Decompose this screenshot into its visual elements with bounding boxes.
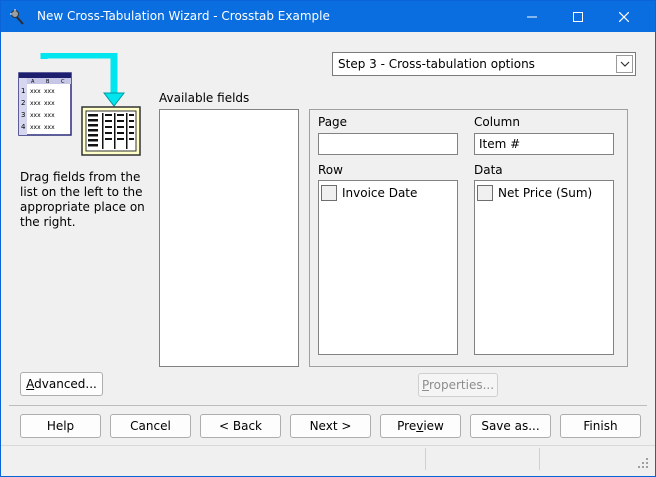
row-field-label: Invoice Date [342,186,418,200]
window-title: New Cross-Tabulation Wizard - Crosstab E… [37,9,330,23]
sheet-cell: xxx [44,88,55,95]
sheet-col-a: A [31,79,35,85]
sheet-cell: xxx [44,100,55,107]
properties-button[interactable]: Properties... [418,373,498,397]
sheet-cell: xxx [30,124,41,131]
sheet-cell: xxx [30,88,41,95]
close-icon [619,11,629,22]
preview-button[interactable]: Preview [380,414,461,438]
instructions-text: Drag fields from the list on the left to… [20,170,145,229]
advanced-rest: dvanced... [34,377,97,391]
list-item[interactable]: Invoice Date [321,183,417,203]
row-fields-list[interactable]: Invoice Date [318,180,458,355]
advanced-button[interactable]: Advanced... [20,372,103,396]
data-fields-list[interactable]: Net Price (Sum) [474,180,614,355]
available-fields-label: Available fields [159,91,250,105]
next-button[interactable]: Next > [290,414,371,438]
sheet-row-2: 2 [21,99,25,107]
divider [9,405,647,406]
maximize-icon [573,11,583,22]
save-as-button[interactable]: Save as... [470,414,551,438]
dropdown-arrow-button[interactable] [616,55,633,73]
data-label: Data [474,163,503,177]
finish-button[interactable]: Finish [560,414,641,438]
page-field-input[interactable] [318,133,458,155]
maximize-button[interactable] [555,1,601,32]
row-label: Row [318,163,343,177]
available-fields-list[interactable] [159,109,299,367]
preview-before: Pre [397,419,417,433]
cancel-button[interactable]: Cancel [110,414,191,438]
sheet-cell: xxx [44,112,55,119]
preview-after: iew [423,419,444,433]
wizard-window: New Cross-Tabulation Wizard - Crosstab E… [0,0,656,477]
help-button[interactable]: Help [20,414,101,438]
preview-label: Preview [397,419,444,433]
status-divider [539,448,540,470]
advanced-label: Advanced... [26,377,97,391]
close-button[interactable] [601,1,647,32]
field-icon [477,185,493,201]
field-icon [321,185,337,201]
wizard-wand-icon [10,9,24,25]
step-dropdown-value: Step 3 - Cross-tabulation options [338,57,535,71]
column-field-input[interactable]: Item # [474,133,614,155]
status-bar [1,445,655,476]
mnemonic: A [26,377,35,391]
sheet-row-3: 3 [21,111,25,119]
resize-grip-icon[interactable] [635,455,649,469]
back-button[interactable]: < Back [200,414,281,438]
sheet-cell: xxx [30,112,41,119]
sheet-cell: xxx [30,100,41,107]
sheet-cell: xxx [44,124,55,131]
title-bar: New Cross-Tabulation Wizard - Crosstab E… [1,1,655,32]
sheet-col-c: C [61,79,65,85]
sheet-row-4: 4 [21,123,26,131]
column-field-value: Item # [479,137,521,151]
step-dropdown[interactable]: Step 3 - Cross-tabulation options [332,52,636,76]
column-label: Column [474,115,520,129]
sheet-row-1: 1 [21,87,25,95]
list-item[interactable]: Net Price (Sum) [477,183,592,203]
properties-rest: roperties... [428,378,495,392]
chevron-down-icon [620,61,629,67]
properties-label: Properties... [422,378,494,392]
minimize-button[interactable] [509,1,555,32]
crosstab-wizard-illustration: A B C 1 2 3 4 xxx xxx xxx xxx xxx xxx xx… [18,53,141,156]
data-field-label: Net Price (Sum) [498,186,593,200]
minimize-icon [527,16,537,17]
mnemonic: P [421,378,429,392]
sheet-col-b: B [46,79,50,85]
status-divider [425,448,426,470]
page-label: Page [318,115,348,129]
